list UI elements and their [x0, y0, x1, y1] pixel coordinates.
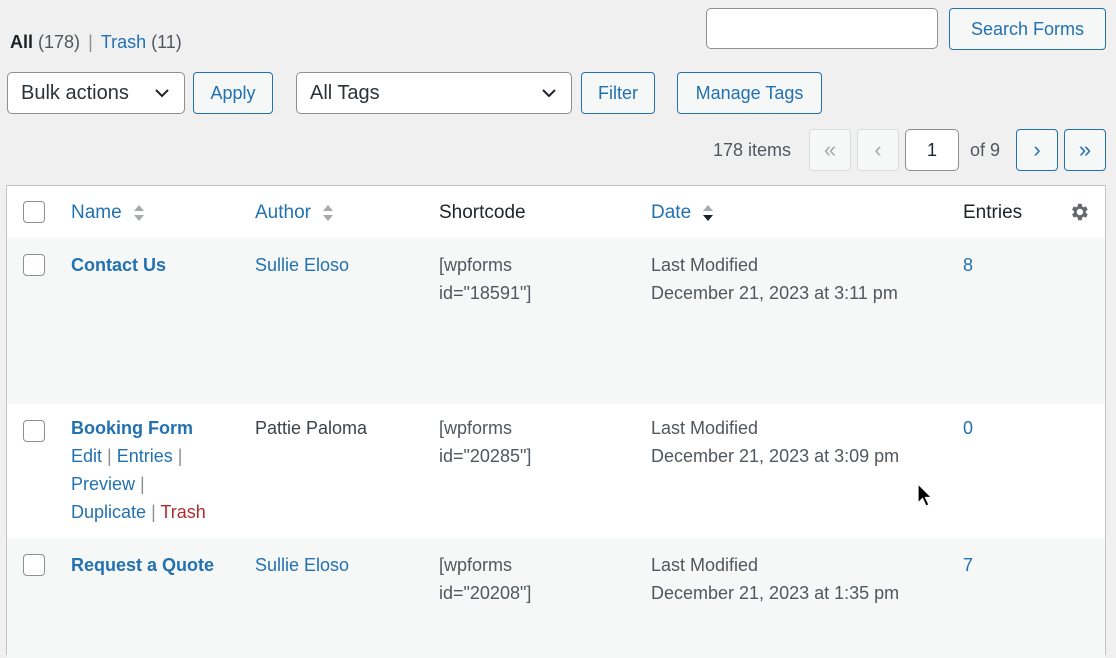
date-cell: Last Modified December 21, 2023 at 1:35 …	[651, 555, 900, 603]
search-forms-button[interactable]: Search Forms	[949, 8, 1106, 50]
first-page-button[interactable]: «	[809, 129, 851, 171]
table-row: Contact Us Sullie Eloso [wpforms id="185…	[7, 238, 1105, 404]
forms-table: Name Author Shortcode Date Entries Conta…	[6, 185, 1106, 658]
edit-link[interactable]: Edit	[71, 446, 102, 466]
column-entries: Entries	[963, 202, 1023, 223]
entries-count-link[interactable]: 0	[963, 414, 973, 442]
entries-count-link[interactable]: 8	[963, 251, 973, 279]
table-row: Booking Form Edit | Entries | Preview | …	[7, 404, 1105, 538]
tags-filter-value: All Tags	[310, 81, 380, 104]
chevron-down-icon	[155, 89, 169, 98]
column-date[interactable]: Date	[651, 202, 714, 224]
entries-count-link[interactable]: 7	[963, 551, 973, 579]
views-separator: |	[88, 32, 93, 52]
items-count: 178 items	[713, 140, 792, 160]
total-pages: of 9	[970, 140, 1001, 160]
column-shortcode: Shortcode	[439, 202, 526, 223]
views-filter: All (178) | Trash (11)	[10, 32, 182, 53]
bulk-actions-select[interactable]: Bulk actions	[7, 72, 185, 114]
apply-button[interactable]: Apply	[193, 72, 273, 114]
author-link[interactable]: Sullie Eloso	[255, 551, 349, 579]
tags-filter-select[interactable]: All Tags	[296, 72, 572, 114]
date-cell: Last Modified December 21, 2023 at 3:09 …	[651, 418, 900, 466]
row-actions: Edit | Entries | Preview | Duplicate | T…	[71, 446, 206, 522]
form-title-link[interactable]: Booking Form	[71, 414, 193, 442]
entries-link[interactable]: Entries	[117, 446, 173, 466]
view-all[interactable]: All (178)	[10, 32, 80, 52]
shortcode-cell: [wpforms id="20208"]	[439, 555, 532, 603]
shortcode-cell: [wpforms id="18591"]	[439, 255, 532, 303]
row-checkbox[interactable]	[23, 254, 45, 276]
filter-button[interactable]: Filter	[581, 72, 655, 114]
trash-link[interactable]: Trash	[160, 502, 205, 522]
sort-arrows-icon	[323, 204, 334, 221]
table-row: Request a Quote Sullie Eloso [wpforms id…	[7, 538, 1105, 658]
prev-page-button[interactable]: ‹	[857, 129, 899, 171]
date-cell: Last Modified December 21, 2023 at 3:11 …	[651, 255, 898, 303]
author-name: Pattie Paloma	[255, 418, 368, 438]
chevron-down-icon	[542, 89, 556, 98]
shortcode-cell: [wpforms id="20285"]	[439, 418, 532, 466]
form-title-link[interactable]: Contact Us	[71, 251, 166, 279]
view-trash[interactable]: Trash (11)	[101, 32, 182, 52]
current-page-input[interactable]: 1	[905, 129, 959, 171]
sort-arrows-icon	[133, 204, 144, 221]
duplicate-link[interactable]: Duplicate	[71, 502, 146, 522]
search-input[interactable]	[706, 8, 938, 49]
column-author[interactable]: Author	[255, 202, 334, 224]
row-checkbox[interactable]	[23, 420, 45, 442]
gear-icon[interactable]	[1068, 201, 1090, 223]
form-title-link[interactable]: Request a Quote	[71, 551, 214, 579]
table-header: Name Author Shortcode Date Entries	[7, 186, 1105, 239]
manage-tags-button[interactable]: Manage Tags	[677, 72, 822, 114]
preview-link[interactable]: Preview	[71, 474, 135, 494]
row-checkbox[interactable]	[23, 554, 45, 576]
next-page-button[interactable]: ›	[1016, 129, 1058, 171]
mouse-pointer-icon	[917, 483, 933, 507]
bulk-actions-value: Bulk actions	[21, 81, 129, 104]
select-all-checkbox[interactable]	[23, 201, 45, 223]
last-page-button[interactable]: »	[1064, 129, 1106, 171]
author-link[interactable]: Sullie Eloso	[255, 251, 349, 279]
column-name[interactable]: Name	[71, 202, 145, 224]
sort-desc-icon	[703, 204, 714, 221]
